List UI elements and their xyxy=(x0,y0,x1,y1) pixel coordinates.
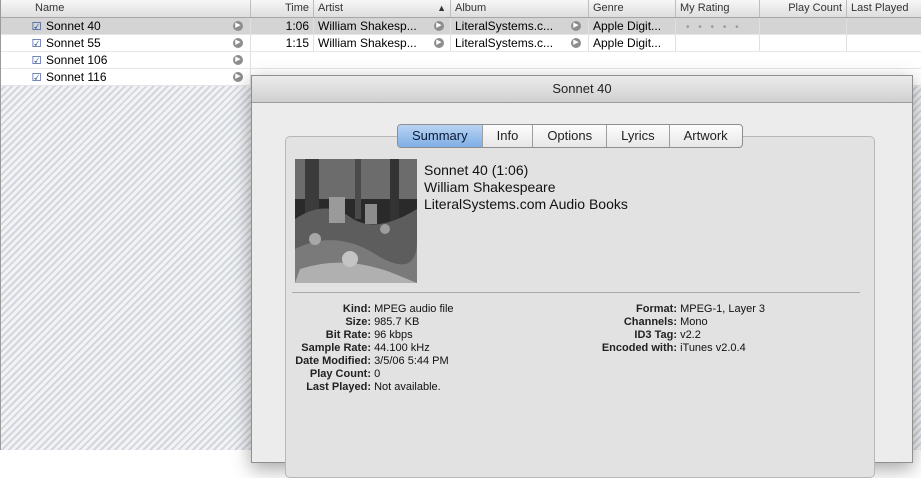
go-arrow-icon[interactable]: ▶ xyxy=(233,72,243,82)
tab-info[interactable]: Info xyxy=(483,125,534,147)
window-title: Sonnet 40 xyxy=(552,81,612,96)
checkbox-icon[interactable]: ☑ xyxy=(31,36,42,51)
detail-size: Size: 985.7 KB xyxy=(345,316,420,328)
column-artist[interactable]: Artist ▲ xyxy=(314,0,451,17)
tab-summary[interactable]: Summary xyxy=(398,125,483,147)
track-name: Sonnet 40 xyxy=(46,19,101,33)
track-time: 1:06 xyxy=(251,18,314,34)
track-time: 1:15 xyxy=(251,35,314,51)
detail-date-modified: Date Modified: 3/5/06 5:44 PM xyxy=(295,355,449,367)
track-album: LiteralSystems.c... xyxy=(455,36,554,50)
track-name: Sonnet 106 xyxy=(46,53,108,67)
column-genre[interactable]: Genre xyxy=(589,0,676,17)
rating-dots[interactable]: • • • • • xyxy=(686,22,742,33)
checkbox-icon[interactable]: ☑ xyxy=(31,19,42,34)
track-play-count xyxy=(760,18,847,34)
tab-bar: Summary Info Options Lyrics Artwork xyxy=(397,124,743,148)
tab-options[interactable]: Options xyxy=(533,125,608,147)
column-album[interactable]: Album xyxy=(451,0,589,17)
track-name: Sonnet 116 xyxy=(46,70,107,84)
column-play-count[interactable]: Play Count xyxy=(760,0,847,17)
track-last-played xyxy=(847,18,921,34)
column-name[interactable]: Name xyxy=(1,0,251,17)
checkbox-icon[interactable]: ☑ xyxy=(31,53,42,68)
album-artwork xyxy=(295,159,417,283)
section-divider xyxy=(292,292,860,293)
checkbox-icon[interactable]: ☑ xyxy=(31,70,42,85)
column-last-played[interactable]: Last Played xyxy=(847,0,921,17)
detail-channels: Channels: Mono xyxy=(623,316,708,328)
tab-lyrics[interactable]: Lyrics xyxy=(607,125,670,147)
get-info-window: Sonnet 40 Summary Info Options Lyrics Ar… xyxy=(251,75,913,478)
go-arrow-icon[interactable]: ▶ xyxy=(571,21,581,31)
track-row[interactable]: ☑ Sonnet 106 ▶ xyxy=(1,52,921,69)
track-play-count xyxy=(760,35,847,51)
go-arrow-icon[interactable]: ▶ xyxy=(233,21,243,31)
go-arrow-icon[interactable]: ▶ xyxy=(434,38,444,48)
detail-kind: Kind: MPEG audio file xyxy=(342,303,454,315)
detail-sample-rate: Sample Rate: 44.100 kHz xyxy=(301,342,430,354)
summary-title: Sonnet 40 (1:06) xyxy=(424,162,529,178)
go-arrow-icon[interactable]: ▶ xyxy=(233,38,243,48)
track-artist: William Shakesp... xyxy=(318,36,417,50)
track-summary: Sonnet 40 (1:06) William Shakespeare Lit… xyxy=(424,162,628,213)
track-genre: Apple Digit... xyxy=(589,18,676,34)
column-artist-label: Artist xyxy=(318,2,344,14)
detail-play-count: Play Count: 0 xyxy=(309,368,381,380)
window-title-bar[interactable]: Sonnet 40 xyxy=(252,76,912,103)
detail-format: Format: MPEG-1, Layer 3 xyxy=(636,303,766,315)
track-last-played xyxy=(847,35,921,51)
go-arrow-icon[interactable]: ▶ xyxy=(571,38,581,48)
artwork-image xyxy=(295,159,417,283)
track-name: Sonnet 55 xyxy=(46,36,101,50)
detail-encoded-with: Encoded with: iTunes v2.0.4 xyxy=(601,342,746,354)
detail-id3-tag: ID3 Tag: v2.2 xyxy=(634,329,701,341)
track-album: LiteralSystems.c... xyxy=(455,19,554,33)
summary-artist: William Shakespeare xyxy=(424,179,556,195)
track-genre: Apple Digit... xyxy=(589,35,676,51)
detail-last-played: Last Played: Not available. xyxy=(306,381,441,393)
tab-artwork[interactable]: Artwork xyxy=(670,125,742,147)
track-row[interactable]: ☑ Sonnet 55 ▶ 1:15 William Shakesp... ▶ L… xyxy=(1,35,921,52)
go-arrow-icon[interactable]: ▶ xyxy=(233,55,243,65)
track-row[interactable]: ☑ Sonnet 40 ▶ 1:06 William Shakesp... ▶ L… xyxy=(1,18,921,35)
summary-album: LiteralSystems.com Audio Books xyxy=(424,196,628,212)
track-artist: William Shakesp... xyxy=(318,19,417,33)
detail-bit-rate: Bit Rate: 96 kbps xyxy=(325,329,413,341)
sort-ascending-icon: ▲ xyxy=(437,3,446,13)
column-header: Name Time Artist ▲ Album Genre My Rating… xyxy=(1,0,921,18)
column-my-rating[interactable]: My Rating xyxy=(676,0,760,17)
column-time[interactable]: Time xyxy=(251,0,314,17)
go-arrow-icon[interactable]: ▶ xyxy=(434,21,444,31)
track-rating[interactable] xyxy=(676,35,760,51)
